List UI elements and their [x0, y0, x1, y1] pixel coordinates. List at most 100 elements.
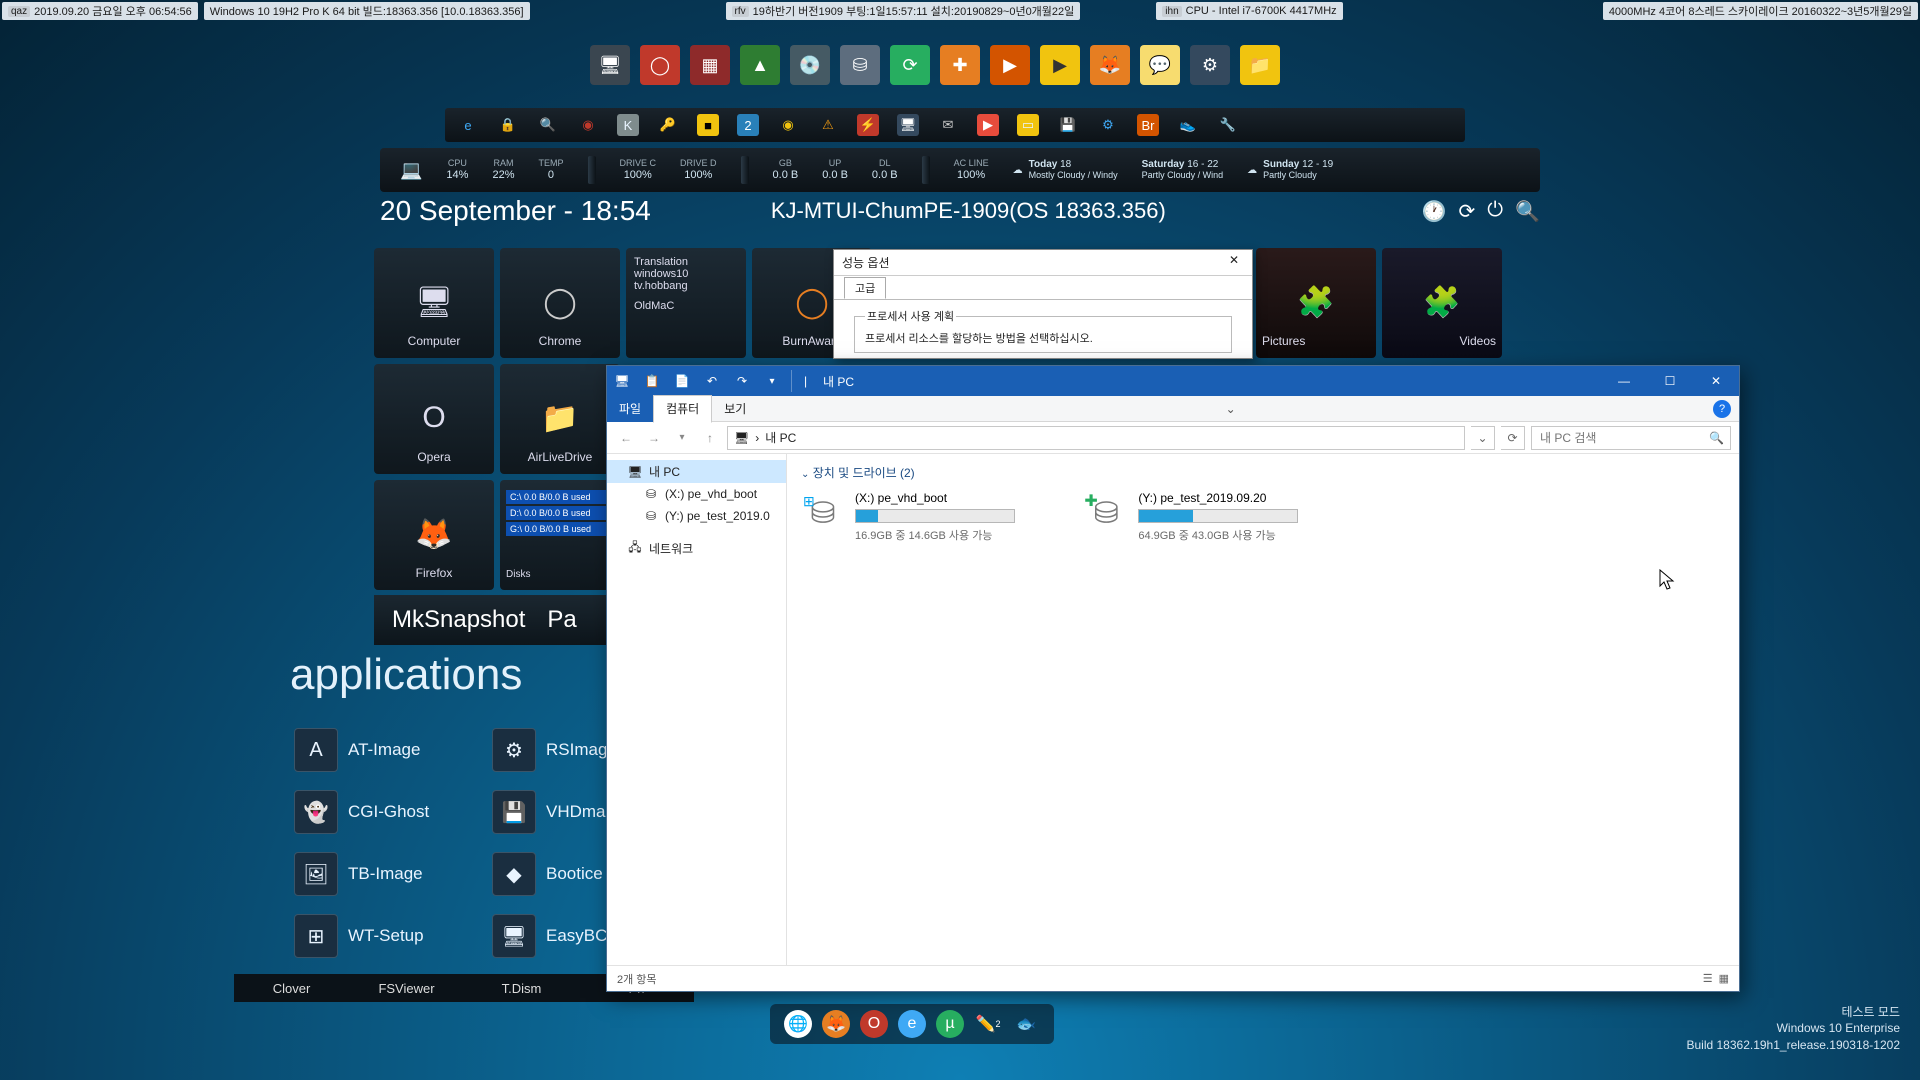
gom-icon[interactable]: ▶ — [990, 45, 1030, 85]
breadcrumb[interactable]: 🖥 › 내 PC — [727, 426, 1465, 450]
qat-dropdown-icon[interactable]: ▾ — [761, 370, 783, 392]
folder-icon[interactable]: 📁 — [1240, 45, 1280, 85]
refresh-icon[interactable]: ⟳ — [1501, 426, 1525, 450]
tile-chrome[interactable]: ◯Chrome — [500, 248, 620, 358]
fish-icon[interactable]: 🐟 — [1012, 1010, 1040, 1038]
close-icon[interactable]: ✕ — [1224, 253, 1244, 273]
tile-computer[interactable]: 🖥Computer — [374, 248, 494, 358]
grid-icon[interactable]: ▦ — [690, 45, 730, 85]
app-at-image[interactable]: AAT-Image — [294, 724, 484, 776]
bt-fsviewer[interactable]: FSViewer — [349, 981, 464, 996]
app-icon[interactable]: ✚ — [940, 45, 980, 85]
ribbon-expand-icon[interactable]: ⌄ — [1226, 402, 1236, 416]
disc-icon[interactable]: ◉ — [777, 114, 799, 136]
app-icon[interactable]: ■ — [697, 114, 719, 136]
firefox-icon[interactable]: 🦊 — [1090, 45, 1130, 85]
app-icon[interactable]: ◯ — [640, 45, 680, 85]
menu-file[interactable]: 파일 — [607, 396, 653, 422]
clock-icon[interactable]: 🕐 — [1422, 199, 1447, 224]
qat-properties-icon[interactable]: 📋 — [641, 370, 663, 392]
br-icon[interactable]: Br — [1137, 114, 1159, 136]
pencil-icon[interactable]: ✏️2 — [974, 1010, 1002, 1038]
tree-this-pc[interactable]: 🖥내 PC — [607, 460, 786, 483]
details-view-icon[interactable]: ☰ — [1703, 972, 1713, 985]
utorrent-icon[interactable]: µ — [936, 1010, 964, 1038]
drive-icon[interactable]: ⛁ — [840, 45, 880, 85]
save-icon[interactable]: 💾 — [1057, 114, 1079, 136]
menu-computer[interactable]: 컴퓨터 — [653, 395, 712, 423]
dialog-titlebar[interactable]: 성능 옵션 ✕ — [834, 250, 1252, 276]
chrome-icon[interactable]: 🌐 — [784, 1010, 812, 1038]
app-wt-setup[interactable]: ⊞WT-Setup — [294, 910, 484, 962]
maximize-button[interactable]: ☐ — [1647, 366, 1693, 396]
warning-icon[interactable]: ⚠ — [817, 114, 839, 136]
shoe-icon[interactable]: 👟 — [1177, 114, 1199, 136]
firefox-icon[interactable]: 🦊 — [822, 1010, 850, 1038]
bolt-icon[interactable]: ⚡ — [857, 114, 879, 136]
disc-icon[interactable]: 💿 — [790, 45, 830, 85]
breadcrumb-root[interactable]: 내 PC — [765, 429, 796, 446]
power-icon[interactable]: ⏻ — [1487, 199, 1503, 224]
monitor-icon[interactable]: 🖥 — [897, 114, 919, 136]
monitor-icon[interactable]: 🖥 — [590, 45, 630, 85]
search-icon[interactable]: 🔍 — [537, 114, 559, 136]
tools-icon[interactable]: 🔧 — [1217, 114, 1239, 136]
nav-forward-icon[interactable]: → — [643, 427, 665, 449]
gear-icon[interactable]: ⚙ — [1190, 45, 1230, 85]
app-icon[interactable]: ◉ — [577, 114, 599, 136]
address-dropdown-icon[interactable]: ⌄ — [1471, 426, 1495, 450]
app-cgi-ghost[interactable]: 👻CGI-Ghost — [294, 786, 484, 838]
restart-icon[interactable]: ⟳ — [1459, 199, 1476, 224]
tile-videos[interactable]: 🧩Videos — [1382, 248, 1502, 358]
qat-undo-icon[interactable]: ↶ — [701, 370, 723, 392]
tile-translation[interactable]: Translationwindows10tv.hobbangOldMaC — [626, 248, 746, 358]
tile-disks[interactable]: C:\ 0.0 B/0.0 B used D:\ 0.0 B/0.0 B use… — [500, 480, 620, 590]
lock-icon[interactable]: 🔒 — [497, 114, 519, 136]
close-button[interactable]: ✕ — [1693, 366, 1739, 396]
nav-back-icon[interactable]: ← — [615, 427, 637, 449]
tree-drive-y[interactable]: ⛁(Y:) pe_test_2019.0 — [607, 505, 786, 527]
nav-up-icon[interactable]: ↑ — [699, 427, 721, 449]
explorer-content[interactable]: ⌄ 장치 및 드라이브 (2) ⛁⊞ (X:) pe_vhd_boot 16.9… — [787, 454, 1739, 965]
cone-icon[interactable]: ▲ — [740, 45, 780, 85]
refresh-icon[interactable]: ⟳ — [890, 45, 930, 85]
app-icon[interactable]: ▭ — [1017, 114, 1039, 136]
explorer-titlebar[interactable]: 🖥 📋 📄 ↶ ↷ ▾ | 내 PC ― ☐ ✕ — [607, 366, 1739, 396]
gear-icon[interactable]: ⚙ — [1097, 114, 1119, 136]
mail-icon[interactable]: ✉ — [937, 114, 959, 136]
drive-y[interactable]: ⛁✚ (Y:) pe_test_2019.09.20 64.9GB 중 43.0… — [1084, 491, 1344, 543]
search-input[interactable] — [1538, 430, 1709, 446]
menu-view[interactable]: 보기 — [712, 396, 758, 422]
tile-pictures[interactable]: 🧩Pictures — [1256, 248, 1376, 358]
mksnapshot-label[interactable]: MkSnapshot — [392, 606, 525, 634]
group-header[interactable]: ⌄ 장치 및 드라이브 (2) — [801, 464, 1725, 481]
tab-advanced[interactable]: 고급 — [844, 277, 886, 299]
search-icon[interactable]: 🔍 — [1515, 199, 1540, 224]
nav-history-icon[interactable]: ▾ — [671, 427, 693, 449]
bt-clover[interactable]: Clover — [234, 981, 349, 996]
search-icon[interactable]: 🔍 — [1709, 431, 1724, 445]
opera-icon[interactable]: O — [860, 1010, 888, 1038]
partition-label[interactable]: Pa — [547, 606, 576, 634]
key-icon[interactable]: 🔑 — [657, 114, 679, 136]
app-tb-image[interactable]: 🖼TB-Image — [294, 848, 484, 900]
qat-properties2-icon[interactable]: 📄 — [671, 370, 693, 392]
help-icon[interactable]: ? — [1713, 400, 1731, 418]
minimize-button[interactable]: ― — [1601, 366, 1647, 396]
tree-network[interactable]: 🖧네트워크 — [607, 537, 786, 560]
tree-drive-x[interactable]: ⛁(X:) pe_vhd_boot — [607, 483, 786, 505]
icons-view-icon[interactable]: ▦ — [1719, 972, 1729, 985]
tile-firefox[interactable]: 🦊Firefox — [374, 480, 494, 590]
qat-redo-icon[interactable]: ↷ — [731, 370, 753, 392]
search-box[interactable]: 🔍 — [1531, 426, 1731, 450]
k-icon[interactable]: K — [617, 114, 639, 136]
player-icon[interactable]: ▶ — [1040, 45, 1080, 85]
two-icon[interactable]: 2 — [737, 114, 759, 136]
tile-opera[interactable]: OOpera — [374, 364, 494, 474]
ie-icon[interactable]: e — [898, 1010, 926, 1038]
bt-tdism[interactable]: T.Dism — [464, 981, 579, 996]
ie-icon[interactable]: e — [457, 114, 479, 136]
drive-x[interactable]: ⛁⊞ (X:) pe_vhd_boot 16.9GB 중 14.6GB 사용 가… — [801, 491, 1061, 543]
tile-airlive[interactable]: 📁AirLiveDrive — [500, 364, 620, 474]
play-icon[interactable]: ▶ — [977, 114, 999, 136]
